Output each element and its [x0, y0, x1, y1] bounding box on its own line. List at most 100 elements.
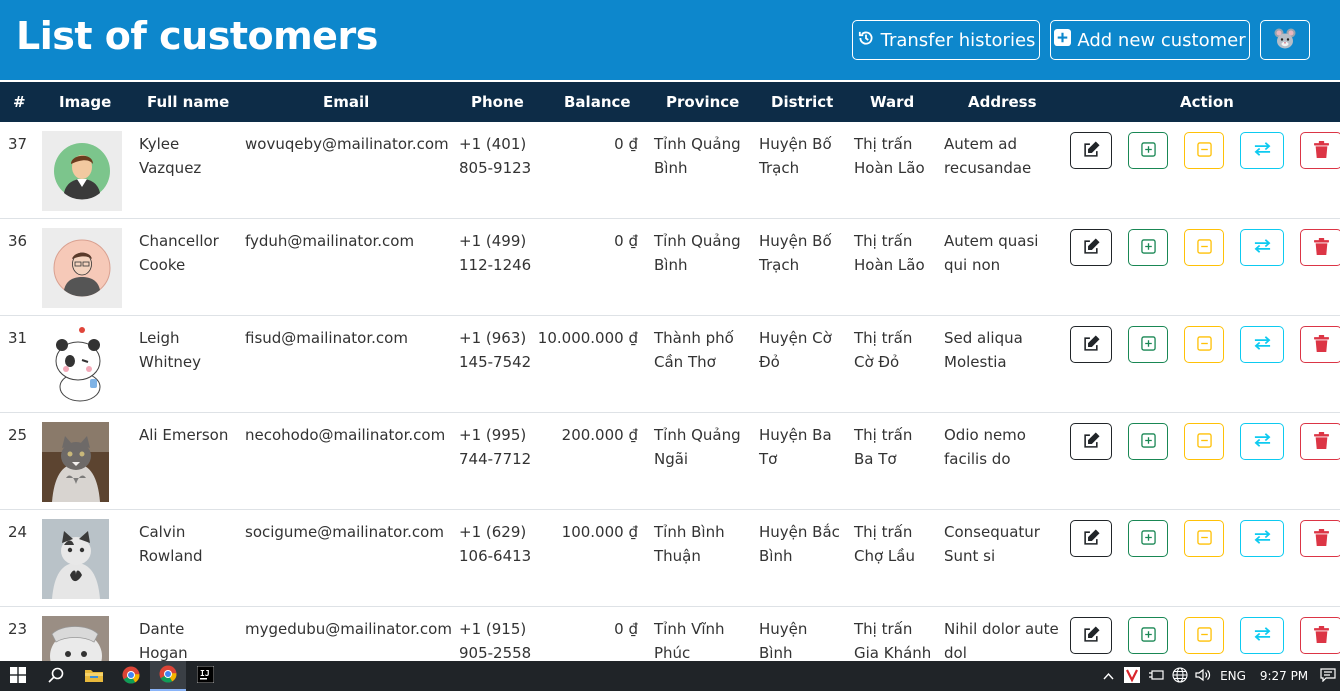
customer-balance: 10.000.000 ₫: [537, 329, 638, 347]
deposit-button[interactable]: [1128, 617, 1168, 654]
customer-province: Tỉnh Quảng Bình: [654, 229, 741, 277]
transfer-button[interactable]: [1240, 617, 1284, 654]
edit-button[interactable]: [1070, 326, 1112, 363]
delete-button[interactable]: [1300, 617, 1340, 654]
customer-province-line: Thành phố: [654, 329, 734, 347]
intellij-button[interactable]: IJ: [187, 661, 223, 691]
transfer-button[interactable]: [1240, 423, 1284, 460]
show-hidden-icons-button[interactable]: [1098, 661, 1118, 691]
customer-address-line: facilis do: [944, 450, 1011, 468]
withdraw-button[interactable]: [1184, 326, 1224, 363]
withdraw-button[interactable]: [1184, 617, 1224, 654]
deposit-button[interactable]: [1128, 229, 1168, 266]
col-image: Image: [59, 93, 112, 111]
customer-email-line: fisud@mailinator.com: [245, 329, 408, 347]
customer-ward: Thị trấn Gia Khánh: [854, 617, 931, 665]
customer-address-line: qui non: [944, 256, 1001, 274]
customer-province-line: Bình: [654, 256, 688, 274]
customer-name-line: Ali Emerson: [139, 426, 229, 444]
mouse-avatar-icon: [1273, 26, 1297, 55]
delete-button[interactable]: [1300, 326, 1340, 363]
row-number: 31: [8, 326, 27, 350]
withdraw-button[interactable]: [1184, 423, 1224, 460]
start-button[interactable]: [0, 661, 36, 691]
customer-email-line: wovuqeby@mailinator.com: [245, 135, 449, 153]
notification-icon: [1320, 667, 1336, 685]
customer-name-line: Kylee: [139, 135, 180, 153]
customer-province-line: Tỉnh Quảng: [654, 426, 741, 444]
customer-province-line: Tỉnh Quảng: [654, 232, 741, 250]
customer-ward-line: Thị trấn: [854, 523, 913, 541]
delete-button[interactable]: [1300, 229, 1340, 266]
withdraw-button[interactable]: [1184, 229, 1224, 266]
withdraw-button[interactable]: [1184, 520, 1224, 557]
customer-avatar: [42, 519, 122, 599]
customer-province: Tỉnh Bình Thuận: [654, 520, 725, 568]
search-button[interactable]: [38, 661, 74, 691]
row-number: 36: [8, 229, 27, 253]
user-avatar-button[interactable]: [1260, 20, 1310, 60]
chrome-button[interactable]: [113, 661, 149, 691]
customer-name-line: Whitney: [139, 353, 201, 371]
transfer-button[interactable]: [1240, 520, 1284, 557]
chevron-up-icon: [1102, 669, 1114, 683]
notifications-button[interactable]: [1316, 661, 1340, 691]
delete-button[interactable]: [1300, 423, 1340, 460]
deposit-button[interactable]: [1128, 132, 1168, 169]
customer-district-line: Huyện Bắc: [759, 523, 840, 541]
volume-tray-button[interactable]: [1192, 661, 1214, 691]
customer-email: socigume@mailinator.com: [245, 520, 444, 544]
delete-button[interactable]: [1300, 132, 1340, 169]
customer-address: Autem quasi qui non: [944, 229, 1038, 277]
customer-district-line: Tơ: [759, 450, 778, 468]
transfer-button[interactable]: [1240, 229, 1284, 266]
customer-phone: +1 (629) 106-6413: [459, 520, 531, 568]
customer-district-line: Bình: [759, 547, 793, 565]
transfer-button[interactable]: [1240, 326, 1284, 363]
arrows-swap-icon: [1253, 335, 1272, 354]
table-row: 37 Kylee Vazquez wovuqeby@mailinator.com +1 …: [0, 122, 1340, 219]
add-customer-button[interactable]: Add new customer: [1050, 20, 1250, 60]
edit-button[interactable]: [1070, 132, 1112, 169]
customer-province: Tỉnh Quảng Bình: [654, 132, 741, 180]
arrows-swap-icon: [1253, 529, 1272, 548]
customer-avatar: [42, 422, 122, 502]
clock[interactable]: 9:27 PM: [1256, 661, 1312, 691]
transfer-button[interactable]: [1240, 132, 1284, 169]
customer-address: Autem ad recusandae: [944, 132, 1031, 180]
row-number: 25: [8, 423, 27, 447]
vivaldi-tray-button[interactable]: [1121, 661, 1143, 691]
col-province: Province: [666, 93, 740, 111]
customer-avatar: [42, 228, 122, 308]
deposit-button[interactable]: [1128, 423, 1168, 460]
transfer-histories-button[interactable]: Transfer histories: [852, 20, 1040, 60]
plus-square-icon: [1054, 29, 1072, 51]
customer-address-line: Sed aliqua: [944, 329, 1023, 347]
customer-name-line: Rowland: [139, 547, 203, 565]
battery-tray-button[interactable]: [1145, 661, 1167, 691]
file-explorer-button[interactable]: [76, 661, 112, 691]
minus-square-icon: [1196, 238, 1212, 257]
edit-button[interactable]: [1070, 520, 1112, 557]
deposit-button[interactable]: [1128, 326, 1168, 363]
trash-icon: [1313, 528, 1329, 549]
network-tray-button[interactable]: [1169, 661, 1191, 691]
customer-name-line: Dante: [139, 620, 185, 638]
chrome-active-button[interactable]: [150, 661, 186, 691]
edit-button[interactable]: [1070, 423, 1112, 460]
customer-province: Tỉnh Vĩnh Phúc: [654, 617, 725, 665]
withdraw-button[interactable]: [1184, 132, 1224, 169]
customer-name: Calvin Rowland: [139, 520, 203, 568]
col-email: Email: [323, 93, 370, 111]
delete-button[interactable]: [1300, 520, 1340, 557]
edit-button[interactable]: [1070, 617, 1112, 654]
input-language-button[interactable]: ENG: [1218, 661, 1248, 691]
edit-button[interactable]: [1070, 229, 1112, 266]
deposit-button[interactable]: [1128, 520, 1168, 557]
customer-district-line: Đỏ: [759, 353, 780, 371]
col-address: Address: [968, 93, 1037, 111]
customer-phone: +1 (401) 805-9123: [459, 132, 531, 180]
minus-square-icon: [1196, 432, 1212, 451]
col-action: Action: [1180, 93, 1234, 111]
customer-email: mygedubu@mailinator.com: [245, 617, 452, 641]
